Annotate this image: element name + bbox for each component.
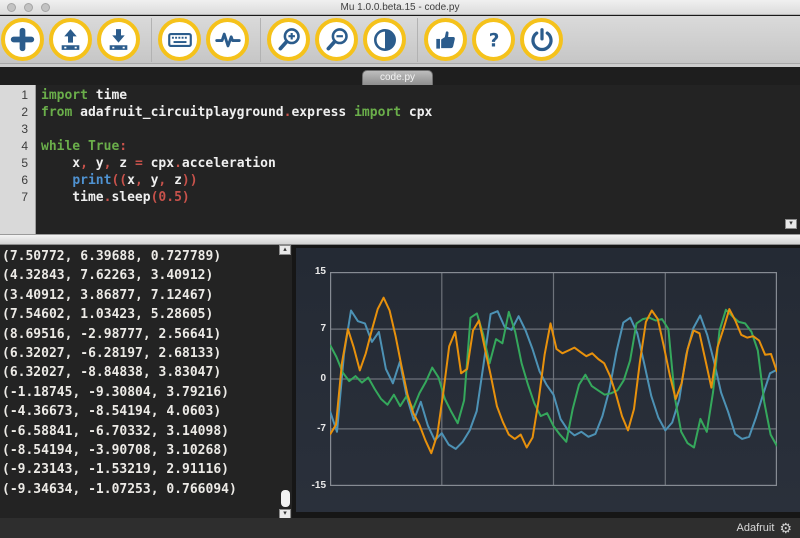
pulse-icon [214, 26, 242, 54]
y-axis-tick-label: 0 [320, 373, 326, 384]
power-icon [528, 26, 556, 54]
quit-button[interactable] [520, 18, 563, 61]
serial-console[interactable]: ▴ ▾ (7.50772, 6.39688, 0.727789) (4.32843… [0, 245, 292, 518]
line-number: 2 [21, 105, 28, 119]
line-number: 4 [21, 139, 28, 153]
console-scroll-up-button[interactable]: ▴ [279, 245, 291, 255]
bottom-panes: ▴ ▾ (7.50772, 6.39688, 0.727789) (4.32843… [0, 245, 800, 518]
thumbs-up-icon [432, 26, 460, 54]
code-line-7: time.sleep(0.5) [41, 190, 190, 205]
theme-button[interactable] [363, 18, 406, 61]
console-output-line: (-4.36673, -8.54194, 4.0603) [2, 404, 222, 420]
pane-splitter-handle[interactable] [0, 234, 800, 245]
line-number: 6 [21, 173, 28, 187]
y-axis-tick-label: 15 [314, 266, 326, 277]
console-output-line: (3.40912, 3.86877, 7.12467) [2, 287, 214, 303]
line-number: 1 [21, 88, 28, 102]
console-output-line: (7.50772, 6.39688, 0.727789) [2, 249, 222, 264]
console-output-line: (6.32027, -8.84838, 3.83047) [2, 365, 222, 381]
serial-button[interactable] [158, 18, 201, 61]
editor-scroll-down-button[interactable]: ▾ [785, 219, 797, 229]
code-line-6: print((x, y, z)) [72, 173, 198, 188]
acceleration-plot [329, 271, 778, 487]
console-output-line: (-9.34634, -1.07253, 0.766094) [2, 481, 237, 497]
new-button[interactable] [1, 18, 44, 61]
mode-label: Adafruit [736, 522, 775, 534]
line-number: 5 [21, 156, 28, 170]
plotter-pane: 15 7 0 -7 -15 [296, 248, 800, 512]
plot-area [329, 271, 778, 487]
load-button[interactable] [49, 18, 92, 61]
save-button[interactable] [97, 18, 140, 61]
console-output-line: (8.69516, -2.98777, 2.56641) [2, 326, 222, 342]
code-line-2: from adafruit_circuitplayground.express … [41, 105, 433, 120]
console-scroll-down-button[interactable]: ▾ [279, 509, 291, 518]
keyboard-icon [166, 26, 194, 54]
y-axis-tick-label: -15 [311, 480, 326, 491]
y-axis-tick-label: -7 [317, 422, 326, 434]
toolbar: ? [0, 16, 800, 64]
line-number: 3 [21, 122, 28, 136]
window-title: Mu 1.0.0.beta.15 - code.py [340, 2, 460, 13]
line-number-gutter: 1 2 3 4 5 6 7 [0, 85, 36, 234]
tab-code-py[interactable]: code.py [362, 70, 433, 85]
code-text-area[interactable]: import time from adafruit_circuitplaygrou… [41, 85, 800, 234]
code-editor[interactable]: 1 2 3 4 5 6 7 import time from adafruit_circuit… [0, 85, 800, 234]
status-bar: Adafruit ⚙ [0, 518, 800, 538]
title-bar: Mu 1.0.0.beta.15 - code.py [0, 0, 800, 15]
console-scrollbar-thumb[interactable] [281, 490, 290, 507]
download-icon [105, 26, 132, 53]
check-button[interactable] [424, 18, 467, 61]
toolbar-group-separator [260, 17, 261, 62]
svg-text:?: ? [488, 30, 499, 51]
upload-icon [57, 26, 84, 53]
console-output-line: (6.32027, -6.28197, 2.68133) [2, 346, 222, 361]
zoom-in-button[interactable] [267, 18, 310, 61]
toolbar-group-separator [151, 17, 152, 62]
code-line-4: while True: [41, 139, 128, 154]
plus-icon [9, 26, 36, 53]
mu-window: Mu 1.0.0.beta.15 - code.py ? code.py 1 2 3… [0, 0, 800, 538]
help-button[interactable]: ? [472, 18, 515, 61]
console-output-line: (-8.54194, -3.90708, 3.10268) [2, 443, 229, 458]
zoom-out-icon [323, 26, 351, 54]
console-output-line: (-9.23143, -1.53219, 2.91116) [2, 462, 229, 478]
y-axis-tick-label: 7 [320, 323, 326, 335]
console-output-line: (7.54602, 1.03423, 5.28605) [2, 307, 214, 323]
tab-bar: code.py [0, 67, 800, 85]
console-output-line: (4.32843, 7.62263, 3.40912) [2, 268, 214, 284]
plotter-button[interactable] [206, 18, 249, 61]
gear-icon[interactable]: ⚙ [779, 521, 792, 535]
question-icon: ? [480, 26, 508, 54]
code-line-1: import time [41, 88, 128, 103]
zoom-out-button[interactable] [315, 18, 358, 61]
zoom-in-icon [275, 26, 303, 54]
line-number: 7 [21, 190, 28, 204]
contrast-icon [371, 26, 399, 54]
console-output-line: (-6.58841, -6.70332, 3.14098) [2, 423, 229, 439]
code-line-5: x, y, z = cpx.acceleration [41, 156, 276, 171]
console-output-line: (-1.18745, -9.30804, 3.79216) [2, 384, 229, 400]
toolbar-group-separator [417, 17, 418, 62]
